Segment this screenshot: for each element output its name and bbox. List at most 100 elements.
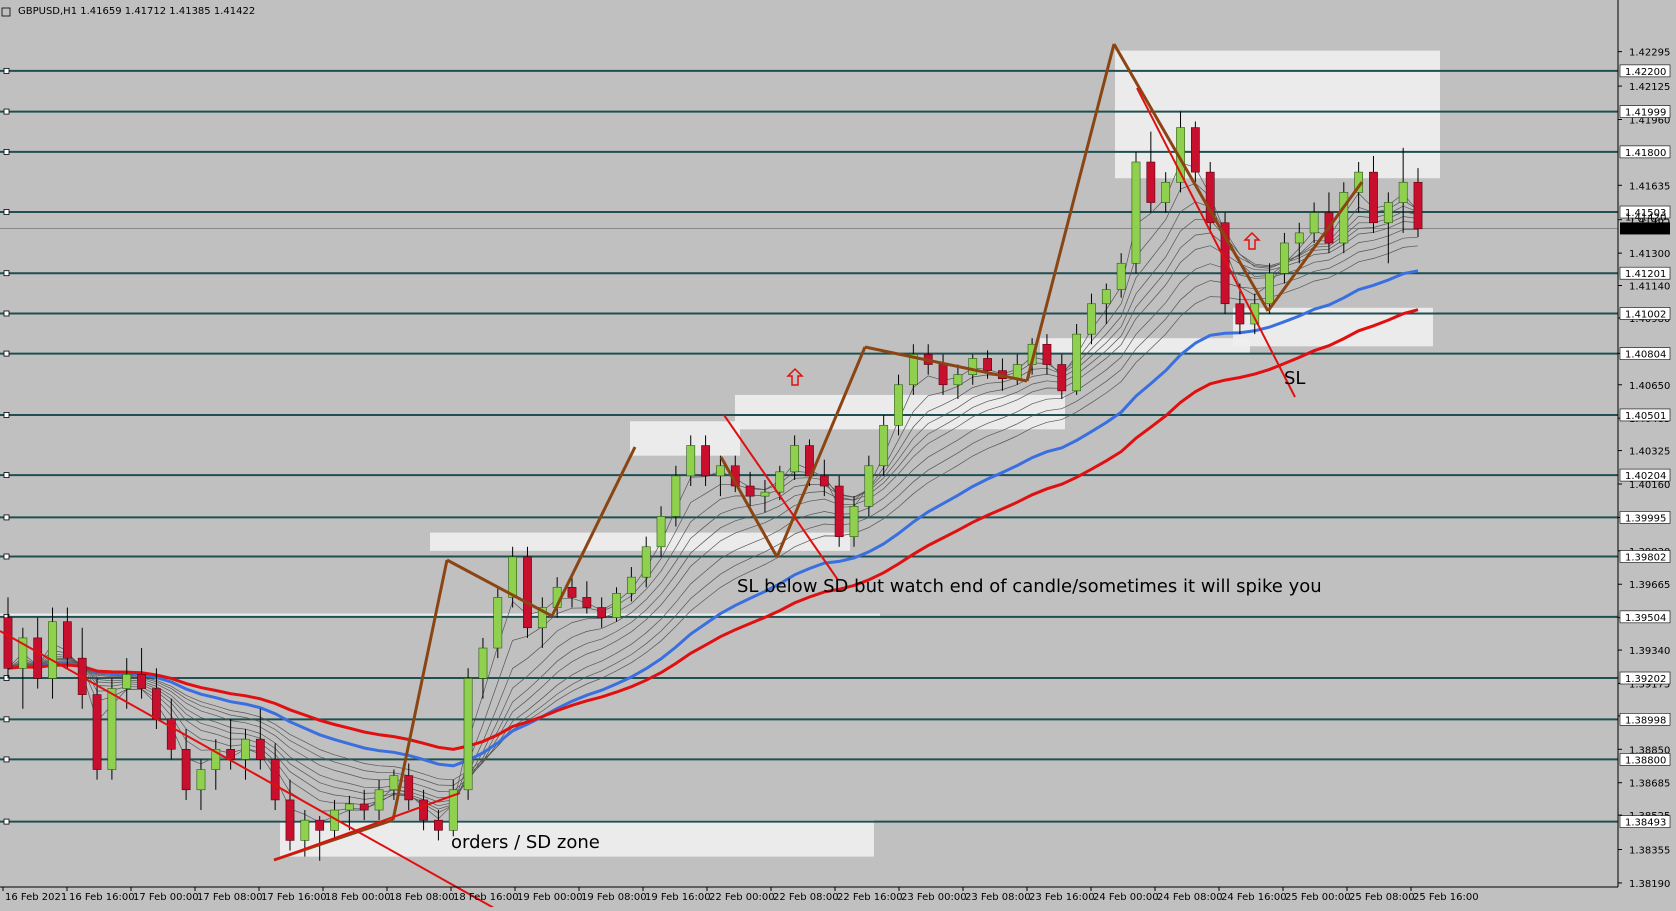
candle-body-92 (1369, 171, 1378, 224)
x-tick-label-17: 24 Feb 00:00 (1093, 892, 1159, 903)
candle-body-47 (701, 445, 710, 477)
candle-body-11 (166, 718, 176, 750)
level-handle-7 (3, 412, 10, 418)
candle-body-28 (419, 799, 428, 821)
candle-body-33 (493, 597, 503, 649)
candle-body-48 (716, 465, 725, 477)
level-handle-13 (3, 716, 10, 723)
candle-body-83 (1235, 303, 1245, 325)
candle-body-32 (478, 647, 488, 679)
candle-body-8 (122, 674, 132, 689)
current-price-label-secondary: 1.41420 (1625, 212, 1666, 223)
candle-body-44 (656, 516, 666, 548)
chart-window[interactable]: SL below SD but watch end of candle/some… (0, 0, 1676, 911)
candle-body-19 (285, 799, 295, 841)
candle-body-64 (953, 374, 963, 386)
level-price-label-5: 1.41002 (1625, 309, 1666, 320)
annotation-orders-zone: orders / SD zone (451, 832, 600, 853)
candle-body-12 (181, 748, 191, 791)
sd-zone-0 (1115, 50, 1440, 179)
candle-body-88 (1309, 212, 1319, 234)
level-handle-2 (3, 148, 10, 155)
level-handle-5 (3, 310, 10, 317)
y-tick-label-24: 1.38190 (1629, 879, 1670, 890)
x-tick-label-22: 25 Feb 16:00 (1413, 892, 1479, 903)
level-handle-4 (3, 270, 10, 277)
level-price-label-1: 1.41999 (1625, 108, 1666, 119)
x-tick-label-8: 19 Feb 00:00 (517, 892, 583, 903)
candle-body-46 (686, 445, 696, 477)
candle-body-51 (760, 491, 770, 497)
candle-body-56 (834, 485, 844, 537)
candle-body-16 (241, 738, 250, 760)
level-handle-8 (3, 472, 10, 478)
y-tick-label-5: 1.41300 (1629, 249, 1670, 260)
candle-body-0 (3, 617, 13, 669)
candle-body-77 (1146, 161, 1156, 203)
candle-body-70 (1042, 343, 1052, 365)
candle-body-73 (1087, 303, 1096, 335)
y-tick-label-9: 1.40650 (1629, 381, 1670, 392)
sd-zone-2 (1040, 338, 1250, 355)
y-tick-label-6: 1.41140 (1629, 282, 1670, 293)
candle-body-74 (1101, 289, 1111, 305)
candle-body-78 (1161, 181, 1171, 203)
candle-body-52 (775, 471, 785, 493)
level-price-label-8: 1.40204 (1625, 471, 1666, 482)
level-handle-6 (3, 350, 10, 357)
candle-body-3 (48, 621, 57, 679)
candle-body-13 (196, 769, 206, 791)
candle-body-26 (389, 775, 399, 791)
level-handle-10 (3, 553, 10, 560)
x-tick-label-0: 16 Feb 2021 (5, 892, 67, 903)
candle-body-10 (152, 688, 161, 720)
x-tick-label-1: 16 Feb 16:00 (69, 892, 135, 903)
candle-body-27 (404, 775, 414, 801)
level-price-label-9: 1.39995 (1625, 513, 1666, 524)
x-tick-label-11: 22 Feb 00:00 (709, 892, 775, 903)
candle-body-23 (344, 803, 354, 811)
candle-body-60 (894, 384, 903, 426)
level-handle-1 (3, 108, 10, 115)
x-tick-label-14: 23 Feb 00:00 (901, 892, 967, 903)
candle-body-17 (255, 738, 265, 760)
y-tick-label-23: 1.38355 (1629, 846, 1670, 857)
candle-body-29 (434, 819, 443, 831)
chart-title: GBPUSD,H1 1.41659 1.41712 1.41385 1.4142… (18, 6, 255, 17)
candle-body-31 (463, 678, 473, 791)
candle-body-20 (300, 819, 310, 841)
x-tick-label-10: 19 Feb 16:00 (645, 892, 711, 903)
candle-body-41 (612, 593, 621, 618)
candle-body-94 (1398, 181, 1408, 203)
candle-body-76 (1131, 161, 1141, 264)
candle-body-68 (1012, 364, 1022, 379)
x-tick-label-9: 19 Feb 08:00 (581, 892, 647, 903)
x-tick-label-19: 24 Feb 16:00 (1221, 892, 1287, 903)
candle-body-90 (1339, 192, 1349, 244)
x-tick-label-15: 23 Feb 08:00 (965, 892, 1031, 903)
candle-body-87 (1294, 232, 1304, 244)
x-tick-label-16: 23 Feb 16:00 (1029, 892, 1095, 903)
candle-body-9 (137, 674, 146, 689)
price-chart[interactable]: SL below SD but watch end of candle/some… (0, 0, 1676, 911)
candle-body-42 (626, 576, 636, 594)
x-tick-label-21: 25 Feb 08:00 (1349, 892, 1415, 903)
candle-body-72 (1072, 333, 1082, 392)
y-tick-label-3: 1.41635 (1629, 181, 1670, 192)
candle-body-2 (33, 637, 43, 679)
sd-zone-4 (630, 421, 740, 456)
candle-body-57 (849, 505, 859, 537)
candle-body-4 (62, 621, 72, 659)
level-handle-9 (3, 514, 10, 521)
level-price-label-15: 1.38493 (1625, 818, 1666, 829)
level-price-label-0: 1.42200 (1625, 67, 1666, 78)
level-handle-14 (3, 756, 10, 763)
candle-body-35 (523, 556, 532, 629)
level-price-label-10: 1.39802 (1625, 553, 1666, 564)
candle-body-86 (1280, 242, 1289, 274)
level-price-label-13: 1.38998 (1625, 715, 1666, 726)
candle-body-38 (567, 586, 577, 598)
candle-body-25 (374, 789, 384, 811)
y-tick-label-15: 1.39665 (1629, 580, 1670, 591)
candle-body-85 (1265, 273, 1274, 305)
